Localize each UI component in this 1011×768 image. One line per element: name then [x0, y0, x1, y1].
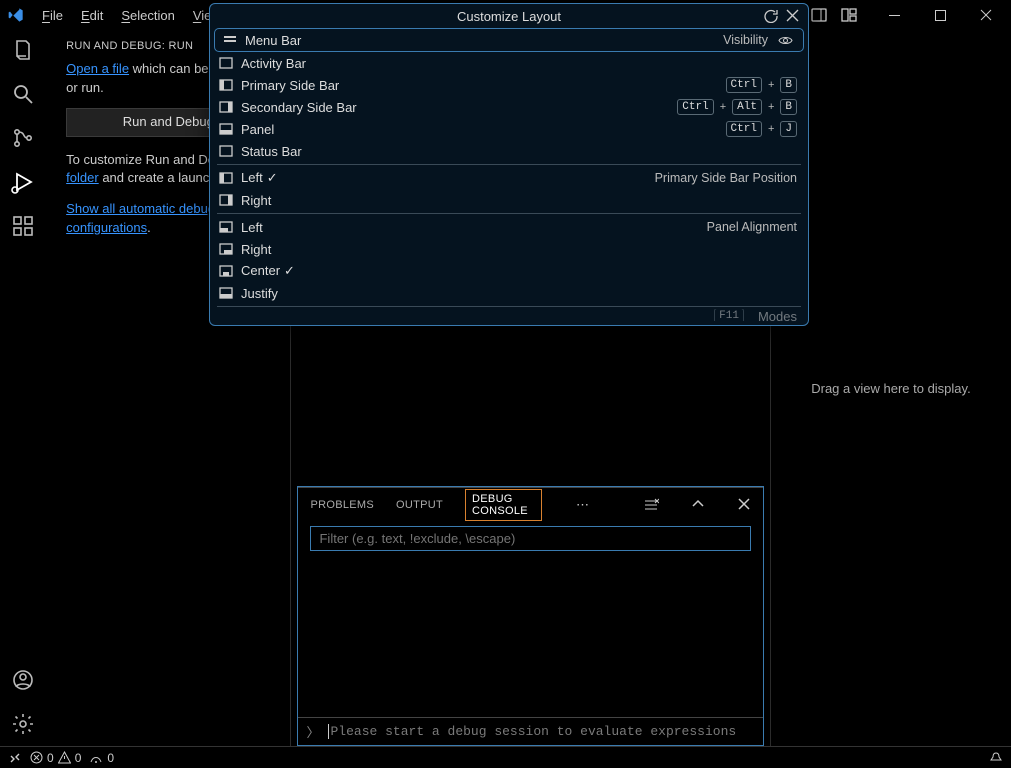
layout-option-icon	[219, 100, 233, 114]
layout-option-icon	[219, 78, 233, 92]
popup-item-right[interactable]: Right	[211, 189, 807, 211]
status-notifications-icon[interactable]	[989, 751, 1003, 765]
tab-output[interactable]: OUTPUT	[396, 493, 443, 517]
status-bar: 0 0 0	[0, 746, 1011, 768]
popup-item-menu-bar[interactable]: Menu Bar Visibility	[215, 29, 803, 51]
layout-option-icon	[223, 33, 237, 47]
source-control-icon[interactable]	[11, 126, 35, 150]
menu-bar: File Edit Selection View	[34, 4, 229, 27]
popup-item-center[interactable]: Center✓	[211, 260, 807, 282]
customize-layout-icon[interactable]	[841, 7, 857, 23]
activity-bar	[0, 30, 46, 746]
tab-problems[interactable]: PROBLEMS	[310, 493, 374, 517]
layout-option-icon	[219, 122, 233, 136]
run-debug-icon[interactable]	[11, 170, 35, 194]
clear-console-icon[interactable]	[643, 497, 659, 513]
customize-layout-popup: Customize Layout Menu Bar Visibility Act…	[209, 3, 809, 326]
layout-option-icon	[219, 242, 233, 256]
accounts-icon[interactable]	[11, 668, 35, 692]
popup-item-status-bar[interactable]: Status Bar	[211, 140, 807, 162]
extensions-icon[interactable]	[11, 214, 35, 238]
repl-chevron-icon: 〉	[306, 722, 319, 741]
layout-option-icon	[219, 286, 233, 300]
debug-console-filter-input[interactable]	[310, 526, 750, 551]
popup-item-secondary-side-bar[interactable]: Secondary Side Bar Ctrl+Alt+B	[211, 96, 807, 118]
search-icon[interactable]	[11, 82, 35, 106]
popup-title: Customize Layout	[457, 9, 561, 24]
create-launch-folder-link[interactable]: folder	[66, 170, 99, 185]
close-panel-icon[interactable]	[737, 497, 751, 513]
show-auto-debug-link[interactable]: Show all automatic debug configurations	[66, 201, 215, 235]
aux-drop-message: Drag a view here to display.	[811, 381, 970, 396]
more-icon[interactable]: ⋯	[576, 497, 589, 513]
repl-input[interactable]: Please start a debug session to evaluate…	[328, 724, 737, 739]
menu-file[interactable]: File	[34, 4, 71, 27]
layout-option-icon	[219, 144, 233, 158]
popup-item-primary-side-bar[interactable]: Primary Side Bar Ctrl+B	[211, 74, 807, 96]
panel: PROBLEMS OUTPUT DEBUG CONSOLE ⋯ 〉 Please…	[297, 486, 763, 746]
popup-item-right[interactable]: Right	[211, 238, 807, 260]
window-close-icon[interactable]	[963, 0, 1009, 30]
layout-option-icon	[219, 220, 233, 234]
remote-indicator[interactable]	[8, 751, 22, 765]
layout-option-icon	[219, 264, 233, 278]
vscode-logo-icon	[8, 7, 24, 23]
status-ports[interactable]: 0	[89, 751, 114, 765]
layout-option-icon	[219, 171, 233, 185]
settings-gear-icon[interactable]	[11, 712, 35, 736]
layout-option-icon	[219, 56, 233, 70]
open-file-link[interactable]: Open a file	[66, 61, 129, 76]
menu-edit[interactable]: Edit	[73, 4, 111, 27]
toggle-panel-right-icon[interactable]	[811, 7, 827, 23]
window-minimize-icon[interactable]	[871, 0, 917, 30]
explorer-icon[interactable]	[11, 38, 35, 62]
tab-debug-console[interactable]: DEBUG CONSOLE	[465, 489, 542, 521]
popup-item-left[interactable]: Left Panel Alignment	[211, 216, 807, 238]
popup-close-icon[interactable]	[786, 9, 799, 23]
status-problems[interactable]: 0 0	[30, 751, 81, 765]
menu-selection[interactable]: Selection	[113, 4, 182, 27]
popup-item-justify[interactable]: Justify	[211, 282, 807, 304]
popup-item-panel[interactable]: Panel Ctrl+J	[211, 118, 807, 140]
popup-reset-icon[interactable]	[764, 9, 778, 23]
layout-option-icon	[219, 193, 233, 207]
popup-item-activity-bar[interactable]: Activity Bar	[211, 52, 807, 74]
popup-item-left[interactable]: Left✓ Primary Side Bar Position	[211, 167, 807, 189]
collapse-icon[interactable]	[691, 497, 705, 513]
window-maximize-icon[interactable]	[917, 0, 963, 30]
